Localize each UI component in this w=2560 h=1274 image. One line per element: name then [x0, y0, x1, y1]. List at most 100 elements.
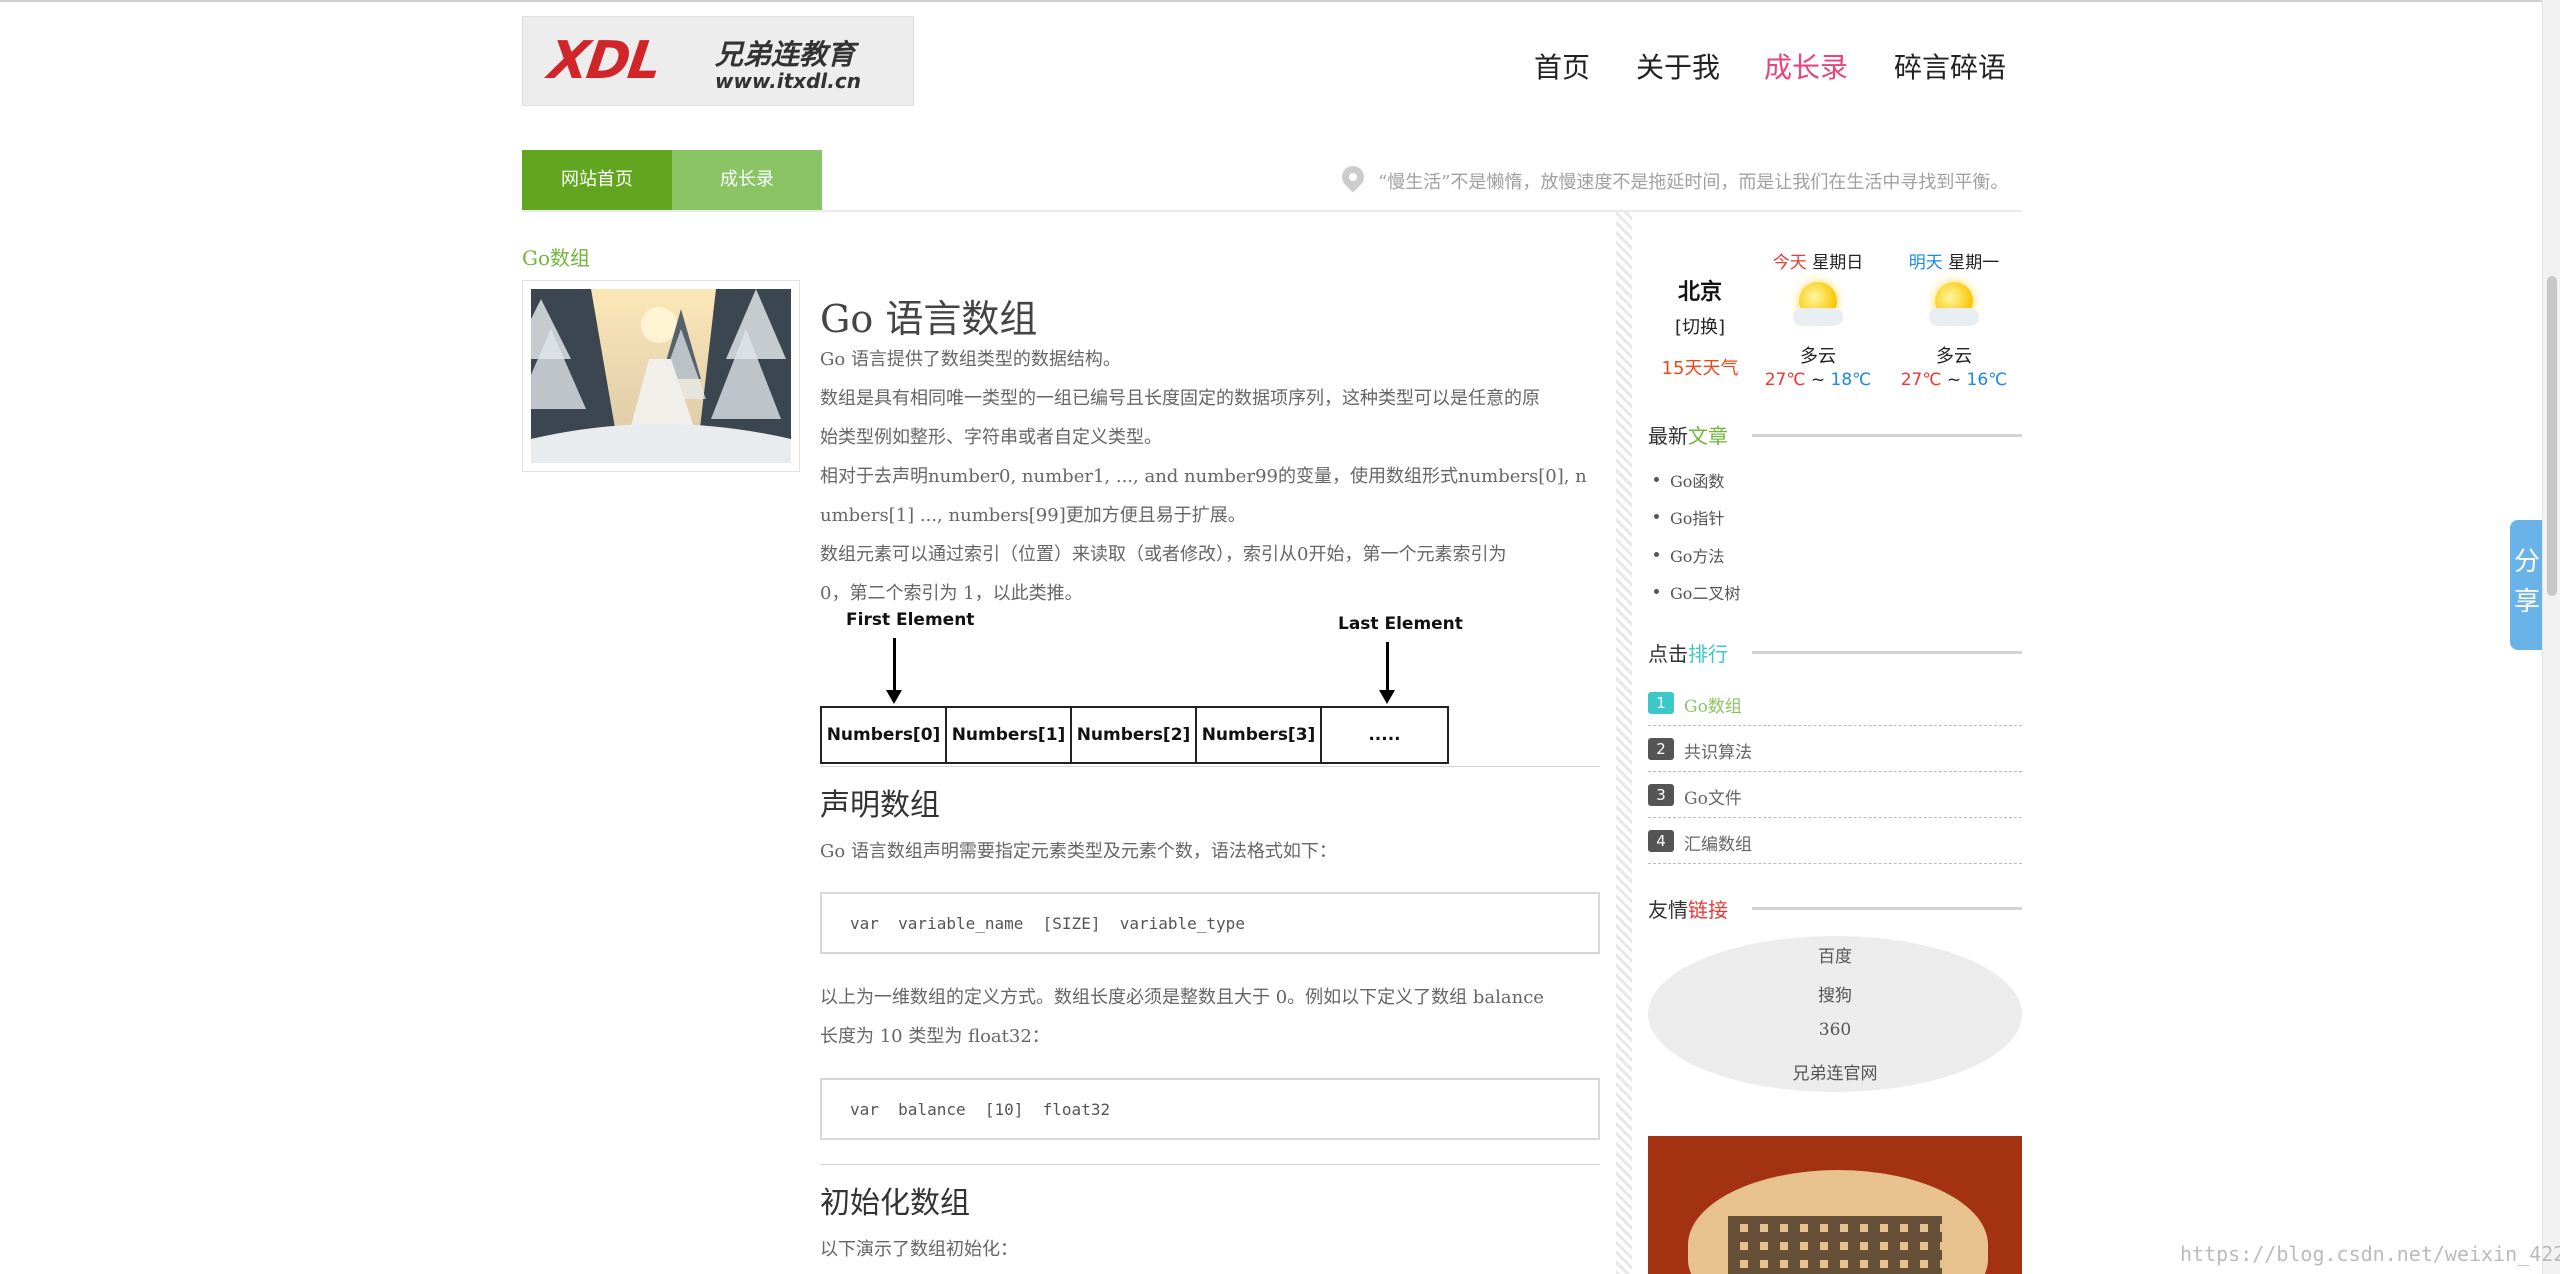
tomorrow-high: 27℃	[1900, 370, 1942, 390]
logo-mark: XDL	[544, 31, 664, 91]
code-line: var variable_name [SIZE] variable_type	[850, 914, 1245, 933]
ranking-row[interactable]: 4 汇编数组	[1648, 818, 2022, 864]
rank-text[interactable]: Go数组	[1684, 692, 1742, 717]
weather-tomorrow-header: 明天 星期一	[1884, 248, 2024, 273]
array-cell: Numbers[3]	[1197, 708, 1322, 762]
logo-url: www.itxdl.cn	[715, 69, 861, 93]
heading-declare-array: 声明数组	[820, 788, 940, 823]
tomorrow-low: 16℃	[1966, 370, 2008, 390]
ranking-row[interactable]: 1 Go数组	[1648, 680, 2022, 726]
share-button[interactable]: 分享	[2510, 520, 2544, 650]
array-cell: Numbers[1]	[947, 708, 1072, 762]
site-motto: “慢生活”不是懒惰，放慢速度不是拖延时间，而是让我们在生活中寻找到平衡。	[1378, 172, 2009, 193]
weather-city: 北京	[1677, 280, 1722, 305]
intro-line-2: 数组是具有相同唯一类型的一组已编号且长度固定的数据项序列，这种类型可以是任意的原	[820, 388, 1540, 409]
partly-cloudy-icon	[1927, 276, 1981, 330]
declare-text-2a: 以上为一维数组的定义方式。数组长度必须是整数且大于 0。例如以下定义了数组 ba…	[820, 987, 1544, 1008]
code-block: var variable_name [SIZE] variable_type	[820, 892, 1600, 954]
friend-link[interactable]: 搜狗	[1648, 981, 2022, 1006]
tomorrow-temp-sep: ~	[1946, 370, 1962, 390]
diagram-last-label: Last Element	[1338, 614, 1463, 634]
latest-item[interactable]: Go方法	[1653, 543, 1724, 567]
tomorrow-desc: 多云	[1936, 346, 1972, 367]
array-cell: Numbers[2]	[1072, 708, 1197, 762]
friends-title: 友情链接	[1648, 894, 1728, 923]
ranking-title-plain: 点击	[1648, 642, 1688, 666]
rank-text[interactable]: Go文件	[1684, 784, 1742, 809]
location-pin-icon	[1337, 161, 1369, 193]
today-weekday: 星期日	[1812, 253, 1864, 273]
code-line: var balance [10] float32	[850, 1100, 1111, 1119]
page-scrollbar[interactable]	[2542, 0, 2560, 1274]
first-arrow-icon	[886, 638, 902, 704]
site-logo[interactable]: XDL 兄弟连教育 www.itxdl.cn	[522, 16, 914, 106]
array-cell: Numbers[0]	[822, 708, 947, 762]
ranking-title-line	[1752, 651, 2022, 654]
today-low: 18℃	[1830, 370, 1872, 390]
partly-cloudy-icon	[1791, 276, 1845, 330]
top-border	[0, 0, 2560, 2]
subnav-divider	[522, 210, 2022, 212]
latest-title-line	[1752, 434, 2022, 437]
rank-text[interactable]: 汇编数组	[1684, 830, 1752, 855]
rank-number: 4	[1648, 830, 1674, 852]
intro-line-1: Go 语言提供了数组类型的数据结构。	[820, 349, 1121, 370]
declare-text-2b: 长度为 10 类型为 float32：	[820, 1026, 1050, 1047]
heading-init-array: 初始化数组	[820, 1186, 970, 1221]
friend-link[interactable]: 360	[1648, 1020, 2022, 1040]
array-cell: .....	[1368, 725, 1401, 745]
rank-number: 2	[1648, 738, 1674, 760]
nav-home[interactable]: 首页	[1534, 46, 1590, 86]
ranking-row[interactable]: 3 Go文件	[1648, 772, 2022, 818]
watermark: https://blog.csdn.net/weixin_42286023	[2180, 1242, 2560, 1266]
code-block: var balance [10] float32	[820, 1078, 1600, 1140]
friend-link[interactable]: 兄弟连官网	[1648, 1059, 2022, 1084]
intro-line-7: 0，第二个索引为 1，以此类推。	[820, 583, 1083, 604]
init-text: 以下演示了数组初始化：	[820, 1239, 1018, 1260]
weather-15day-link[interactable]: 15天天气	[1640, 354, 1760, 380]
ranking-row[interactable]: 2 共识算法	[1648, 726, 2022, 772]
intro-line-3: 始类型例如整形、字符串或者自定义类型。	[820, 427, 1162, 448]
today-desc: 多云	[1800, 346, 1836, 367]
latest-item[interactable]: Go函数	[1653, 468, 1724, 492]
tomorrow-tag: 明天	[1908, 253, 1943, 273]
today-temp-sep: ~	[1810, 370, 1826, 390]
article-thumbnail[interactable]	[522, 280, 800, 472]
tab-growth[interactable]: 成长录	[672, 150, 822, 210]
today-temp: 27℃ ~ 18℃	[1748, 370, 1888, 390]
friends-title-line	[1752, 907, 2022, 910]
today-tag: 今天	[1772, 253, 1807, 273]
today-high: 27℃	[1764, 370, 1806, 390]
latest-title-accent: 文章	[1688, 424, 1728, 448]
snowy-forest-image	[531, 289, 791, 463]
rank-text[interactable]: 共识算法	[1684, 738, 1752, 763]
rank-number: 3	[1648, 784, 1674, 806]
weather-switch-link[interactable]: [切换]	[1640, 313, 1760, 339]
last-arrow-icon	[1379, 642, 1395, 704]
weather-today-header: 今天 星期日	[1748, 248, 1888, 273]
friend-link[interactable]: 百度	[1648, 942, 2022, 967]
nav-about[interactable]: 关于我	[1636, 46, 1720, 86]
latest-item[interactable]: Go二叉树	[1653, 580, 1740, 604]
column-divider	[1616, 212, 1632, 1274]
friends-title-accent: 链接	[1688, 898, 1728, 922]
array-diagram: Numbers[0] Numbers[1] Numbers[2] Numbers…	[820, 706, 1449, 764]
tomorrow-weekday: 星期一	[1948, 253, 2000, 273]
declare-text: Go 语言数组声明需要指定元素类型及元素个数，语法格式如下：	[820, 841, 1337, 862]
breadcrumb[interactable]: Go数组	[522, 242, 590, 271]
rank-number: 1	[1648, 692, 1674, 714]
qr-code-image	[1648, 1136, 2022, 1274]
nav-growth[interactable]: 成长录	[1764, 46, 1848, 86]
scrollbar-thumb[interactable]	[2547, 276, 2557, 596]
diagram-first-label: First Element	[846, 610, 975, 630]
intro-line-6: 数组元素可以通过索引（位置）来读取（或者修改），索引从0开始，第一个元素索引为	[820, 544, 1507, 565]
tab-site-home[interactable]: 网站首页	[522, 150, 672, 210]
ranking-title: 点击排行	[1648, 638, 1728, 667]
latest-item[interactable]: Go指针	[1653, 505, 1724, 529]
logo-name: 兄弟连教育	[715, 38, 856, 71]
section-divider	[820, 766, 1600, 767]
nav-notes[interactable]: 碎言碎语	[1894, 46, 2006, 86]
ranking-title-accent: 排行	[1688, 642, 1728, 666]
latest-title-plain: 最新	[1648, 424, 1688, 448]
tomorrow-temp: 27℃ ~ 16℃	[1884, 370, 2024, 390]
